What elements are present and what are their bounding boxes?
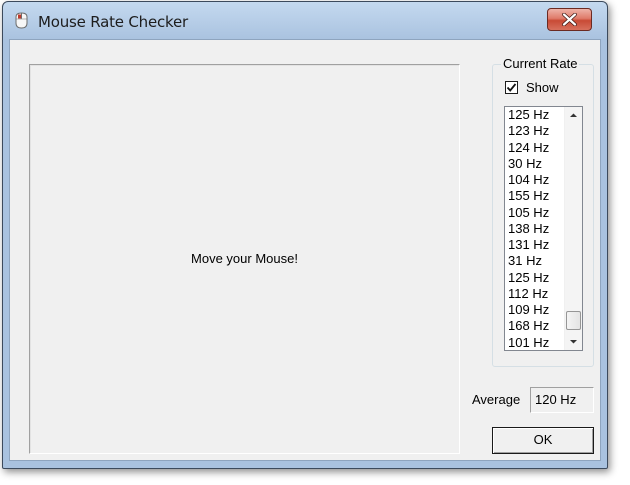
rate-list-item[interactable]: 168 Hz <box>508 318 563 334</box>
show-checkbox[interactable] <box>505 81 518 94</box>
rate-list-item[interactable]: 155 Hz <box>508 188 563 204</box>
move-mouse-label: Move your Mouse! <box>191 251 298 266</box>
title-bar[interactable]: Mouse Rate Checker <box>3 2 607 38</box>
rate-list-item[interactable]: 125 Hz <box>508 270 563 286</box>
arrow-down-icon <box>570 340 577 344</box>
rate-list-item[interactable]: 109 Hz <box>508 302 563 318</box>
rate-list: 125 Hz 123 Hz 124 Hz 30 Hz 104 Hz 155 Hz 105 H… <box>508 107 563 351</box>
rate-list-item[interactable]: 31 Hz <box>508 253 563 269</box>
average-value-field: 120 Hz <box>530 387 594 413</box>
rate-list-item[interactable]: 101 Hz <box>508 335 563 351</box>
rate-list-item[interactable]: 112 Hz <box>508 286 563 302</box>
window-title: Mouse Rate Checker <box>38 13 189 31</box>
ok-button[interactable]: OK <box>492 427 594 454</box>
rate-listbox[interactable]: 125 Hz 123 Hz 124 Hz 30 Hz 104 Hz 155 Hz 105 H… <box>504 106 583 351</box>
client-area: Move your Mouse! Current Rate Show 125 H… <box>9 39 601 461</box>
rate-list-item[interactable]: 104 Hz <box>508 172 563 188</box>
show-checkbox-row[interactable]: Show <box>505 80 559 95</box>
rate-list-item[interactable]: 30 Hz <box>508 156 563 172</box>
checkmark-icon <box>506 83 517 92</box>
rate-list-item[interactable]: 105 Hz <box>508 205 563 221</box>
scroll-up-button[interactable] <box>565 107 582 124</box>
close-icon <box>562 13 577 26</box>
listbox-scrollbar[interactable] <box>564 107 582 350</box>
rate-list-item[interactable]: 138 Hz <box>508 221 563 237</box>
mouse-app-icon[interactable] <box>14 12 29 29</box>
current-rate-group: Current Rate Show 125 Hz 123 Hz 124 Hz 30 H… <box>492 56 594 367</box>
average-label: Average <box>472 392 521 407</box>
rate-list-item[interactable]: 125 Hz <box>508 107 563 123</box>
rate-list-item[interactable]: 124 Hz <box>508 140 563 156</box>
current-rate-title: Current Rate <box>501 56 580 71</box>
rate-list-item[interactable]: 131 Hz <box>508 237 563 253</box>
show-label: Show <box>526 80 559 95</box>
close-button[interactable] <box>547 8 592 31</box>
scroll-down-button[interactable] <box>565 333 582 350</box>
main-window: Mouse Rate Checker Move your Mouse! Curr… <box>2 1 608 469</box>
rate-list-item[interactable]: 123 Hz <box>508 123 563 139</box>
mouse-tracking-area[interactable]: Move your Mouse! <box>29 64 460 454</box>
arrow-up-icon <box>570 113 577 117</box>
scroll-thumb[interactable] <box>566 311 581 330</box>
